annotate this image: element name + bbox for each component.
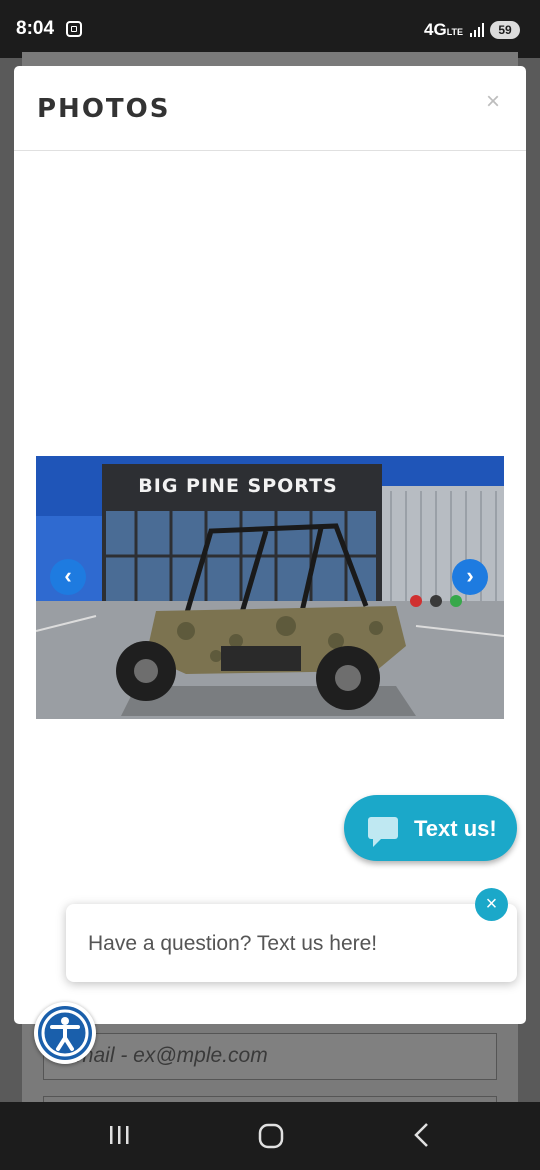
email-field[interactable]: Email - ex@mple.com bbox=[43, 1033, 497, 1080]
system-nav-bar bbox=[0, 1102, 540, 1170]
text-us-button[interactable]: Text us! bbox=[344, 795, 517, 861]
status-bar: 8:04 4GLTE 59 bbox=[0, 0, 540, 58]
accessibility-button[interactable] bbox=[34, 1002, 96, 1064]
modal-close-button[interactable]: × bbox=[486, 88, 500, 116]
photos-modal: PHOTOS × BIG PINE SPORTS bbox=[14, 66, 526, 1024]
chat-bubble-icon bbox=[368, 817, 398, 847]
prev-photo-button[interactable]: ‹ bbox=[50, 559, 86, 595]
modal-header: PHOTOS × bbox=[14, 66, 526, 151]
battery-indicator: 59 bbox=[490, 21, 520, 39]
next-photo-button[interactable]: › bbox=[452, 559, 488, 595]
back-icon[interactable] bbox=[410, 1120, 434, 1150]
recent-apps-icon[interactable] bbox=[108, 1120, 132, 1150]
chat-prompt-card[interactable]: Have a question? Text us here! bbox=[66, 904, 517, 982]
screen-record-icon bbox=[66, 21, 82, 37]
product-photo: BIG PINE SPORTS bbox=[36, 456, 504, 719]
network-indicator: 4GLTE bbox=[424, 20, 464, 39]
status-time: 8:04 bbox=[16, 18, 55, 39]
signal-icon bbox=[470, 23, 484, 37]
accessibility-icon bbox=[41, 1009, 89, 1057]
modal-title: PHOTOS bbox=[37, 94, 171, 124]
chat-prompt-text: Have a question? Text us here! bbox=[88, 932, 378, 955]
svg-text:BIG PINE SPORTS: BIG PINE SPORTS bbox=[138, 475, 337, 497]
chat-prompt-close-button[interactable]: × bbox=[475, 888, 508, 921]
text-us-label: Text us! bbox=[414, 816, 497, 841]
home-icon[interactable] bbox=[257, 1120, 285, 1150]
